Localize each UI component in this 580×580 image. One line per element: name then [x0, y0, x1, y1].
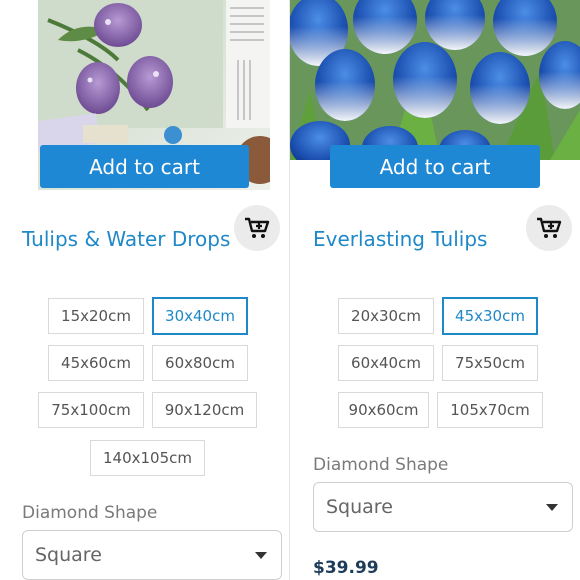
size-option[interactable]: 60x40cm: [338, 345, 434, 381]
product-title[interactable]: Everlasting Tulips: [313, 227, 487, 251]
size-option[interactable]: 45x60cm: [48, 345, 144, 381]
add-to-cart-button[interactable]: Add to cart: [40, 145, 249, 188]
chevron-down-icon: [546, 504, 558, 511]
size-option[interactable]: 140x105cm: [90, 440, 205, 476]
product-image-2[interactable]: [290, 0, 580, 160]
size-option[interactable]: 75x50cm: [442, 345, 538, 381]
chevron-down-icon: [255, 552, 267, 559]
size-option[interactable]: 90x60cm: [338, 392, 429, 428]
size-option-selected[interactable]: 30x40cm: [152, 297, 248, 335]
select-value: Square: [35, 544, 102, 566]
product-price: $39.99: [313, 558, 379, 578]
size-option[interactable]: 60x80cm: [152, 345, 248, 381]
size-option[interactable]: 15x20cm: [48, 298, 144, 334]
size-option[interactable]: 90x120cm: [152, 392, 257, 428]
add-to-cart-button[interactable]: Add to cart: [330, 145, 540, 188]
product-card-1: Add to cart Tulips & Water Drops 15x20cm…: [0, 0, 289, 580]
option-label: Diamond Shape: [22, 503, 158, 523]
quick-add-cart-button[interactable]: [234, 205, 280, 251]
product-card-2: Add to cart Everlasting Tulips 20x30cm 4…: [290, 0, 580, 580]
option-label: Diamond Shape: [313, 455, 449, 475]
product-title[interactable]: Tulips & Water Drops: [22, 227, 230, 251]
add-to-cart-icon: [537, 217, 562, 238]
size-option[interactable]: 20x30cm: [338, 298, 434, 334]
size-option[interactable]: 75x100cm: [38, 392, 144, 428]
quick-add-cart-button[interactable]: [526, 205, 572, 251]
size-option[interactable]: 105x70cm: [437, 392, 543, 428]
add-to-cart-icon: [245, 217, 270, 238]
select-value: Square: [326, 496, 393, 518]
size-option-selected[interactable]: 45x30cm: [442, 297, 538, 335]
diamond-shape-select[interactable]: Square: [313, 482, 573, 532]
diamond-shape-select[interactable]: Square: [22, 530, 282, 580]
